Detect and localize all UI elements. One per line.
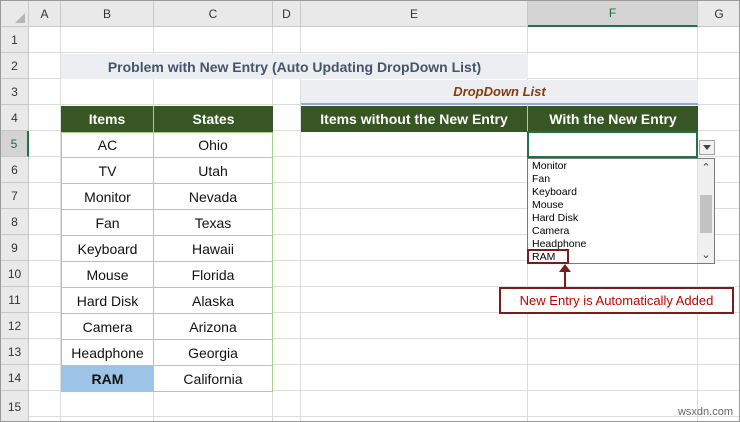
row-header-3[interactable]: 3 <box>1 79 29 105</box>
active-cell-f5[interactable] <box>527 131 698 158</box>
items-without-new-entry-header[interactable]: Items without the New Entry <box>301 106 528 132</box>
column-header-a[interactable]: A <box>29 1 61 27</box>
dropdown-scrollbar[interactable]: ⌃ ⌄ <box>697 159 714 263</box>
items-cell[interactable]: Camera <box>61 313 154 340</box>
items-cell[interactable]: Hard Disk <box>61 287 154 314</box>
column-header-g[interactable]: G <box>698 1 739 27</box>
row-header-5[interactable]: 5 <box>1 131 29 157</box>
row-header-9[interactable]: 9 <box>1 235 29 261</box>
row-header-8[interactable]: 8 <box>1 209 29 235</box>
items-header[interactable]: Items <box>61 106 154 132</box>
states-cell[interactable]: Nevada <box>153 183 273 210</box>
states-cell[interactable]: Texas <box>153 209 273 236</box>
states-cell[interactable]: Georgia <box>153 339 273 366</box>
column-header-c[interactable]: C <box>154 1 273 27</box>
items-cell[interactable]: Fan <box>61 209 154 236</box>
items-cell[interactable]: Headphone <box>61 339 154 366</box>
column-header-f[interactable]: F <box>528 1 698 27</box>
select-all-corner[interactable] <box>1 1 29 27</box>
items-cell[interactable]: Keyboard <box>61 235 154 262</box>
ram-highlight-box <box>527 249 569 264</box>
row-header-15[interactable]: 15 <box>1 391 29 421</box>
items-cell[interactable]: AC <box>61 132 154 158</box>
new-entry-callout: New Entry is Automatically Added <box>499 287 734 314</box>
scroll-down-icon[interactable]: ⌄ <box>698 246 714 263</box>
dropdown-list-title[interactable]: DropDown List <box>301 80 698 105</box>
states-cell[interactable]: Arizona <box>153 313 273 340</box>
states-cell[interactable]: Hawaii <box>153 235 273 262</box>
row-header-2[interactable]: 2 <box>1 53 29 79</box>
scrollbar-thumb[interactable] <box>700 195 712 233</box>
column-header-e[interactable]: E <box>301 1 528 27</box>
items-cell[interactable]: TV <box>61 157 154 184</box>
states-cell[interactable]: Ohio <box>153 132 273 158</box>
scroll-up-icon[interactable]: ⌃ <box>698 159 714 176</box>
states-cell[interactable]: California <box>153 365 273 392</box>
states-cell[interactable]: Utah <box>153 157 273 184</box>
dropdown-arrow-button[interactable] <box>699 140 715 155</box>
dropdown-option[interactable]: Hard Disk <box>532 212 578 225</box>
row-header-6[interactable]: 6 <box>1 157 29 183</box>
sheet-title[interactable]: Problem with New Entry (Auto Updating Dr… <box>61 54 528 79</box>
row-header-10[interactable]: 10 <box>1 261 29 287</box>
row-header-1[interactable]: 1 <box>1 27 29 53</box>
row-header-11[interactable]: 11 <box>1 287 29 313</box>
dropdown-option[interactable]: Mouse <box>532 199 564 212</box>
states-header[interactable]: States <box>154 106 273 132</box>
dropdown-option[interactable]: Fan <box>532 173 550 186</box>
callout-arrow-icon <box>559 264 571 289</box>
row-header-4[interactable]: 4 <box>1 105 29 131</box>
items-cell[interactable]: Monitor <box>61 183 154 210</box>
row-header-13[interactable]: 13 <box>1 339 29 365</box>
column-header-b[interactable]: B <box>61 1 154 27</box>
column-header-d[interactable]: D <box>273 1 301 27</box>
spreadsheet-window: A B C D E F G 1 2 3 4 5 6 7 8 9 10 11 12… <box>0 0 740 422</box>
chevron-down-icon <box>703 145 711 150</box>
dropdown-option[interactable]: Camera <box>532 225 569 238</box>
gridline <box>29 52 739 53</box>
states-cell[interactable]: Florida <box>153 261 273 288</box>
select-all-triangle-icon <box>15 13 25 23</box>
row-header-14[interactable]: 14 <box>1 365 29 391</box>
gridline <box>29 416 739 417</box>
row-header-7[interactable]: 7 <box>1 183 29 209</box>
items-cell[interactable]: Mouse <box>61 261 154 288</box>
dropdown-option[interactable]: Monitor <box>532 160 567 173</box>
row-header-12[interactable]: 12 <box>1 313 29 339</box>
watermark: wsxdn.com <box>677 406 733 418</box>
with-new-entry-header[interactable]: With the New Entry <box>528 106 698 132</box>
dropdown-option[interactable]: Keyboard <box>532 186 577 199</box>
items-cell-ram-new-entry[interactable]: RAM <box>61 365 154 392</box>
states-cell[interactable]: Alaska <box>153 287 273 314</box>
